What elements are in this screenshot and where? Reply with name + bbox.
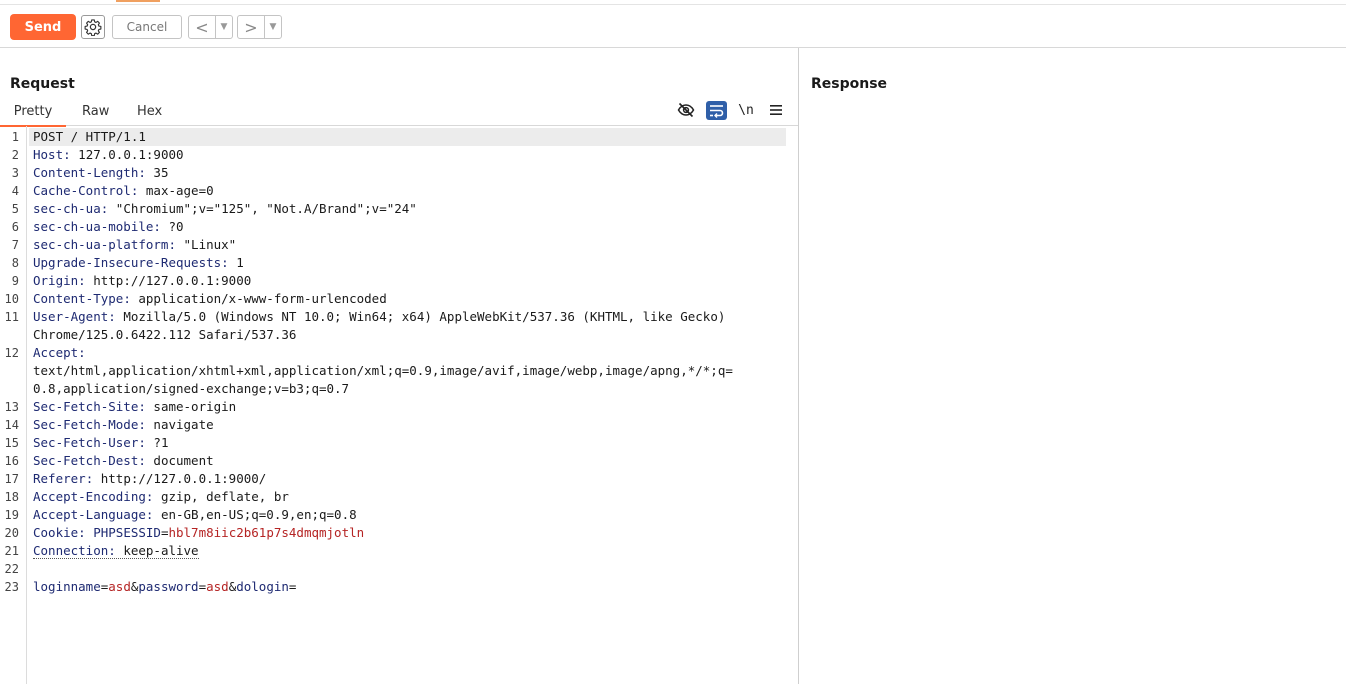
- line-number: 11: [4, 310, 19, 324]
- header-row: Connection: keep-alive: [33, 543, 199, 559]
- line-number: 6: [11, 220, 19, 234]
- tab-raw[interactable]: Raw: [82, 104, 109, 125]
- line-number: 1: [11, 130, 19, 144]
- header-row: Accept-Language: en-GB,en-US;q=0.9,en;q=…: [33, 507, 357, 522]
- line-number: 8: [11, 256, 19, 270]
- line-number: 4: [11, 184, 19, 198]
- gear-icon: [84, 19, 102, 36]
- line-number: 20: [4, 526, 19, 540]
- header-row: Upgrade-Insecure-Requests: 1: [33, 255, 244, 270]
- back-button[interactable]: <: [189, 16, 215, 38]
- line-number: 7: [11, 238, 19, 252]
- header-row: User-Agent: Mozilla/5.0 (Windows NT 10.0…: [33, 309, 726, 324]
- cancel-button[interactable]: Cancel: [112, 15, 182, 39]
- header-row: Accept-Encoding: gzip, deflate, br: [33, 489, 289, 504]
- toolbar: Send Cancel < ▼ > ▼: [0, 4, 1346, 48]
- wrap-lines-icon: [705, 100, 727, 120]
- tab-hex[interactable]: Hex: [137, 104, 162, 125]
- tab-pretty[interactable]: Pretty: [0, 104, 66, 127]
- header-row: Sec-Fetch-User: ?1: [33, 435, 169, 450]
- empty-row: [33, 560, 788, 578]
- line-number: 17: [4, 472, 19, 486]
- header-row: Host: 127.0.0.1:9000: [33, 147, 184, 162]
- line-number: 18: [4, 490, 19, 504]
- header-row: sec-ch-ua: "Chromium";v="125", "Not.A/Br…: [33, 201, 417, 216]
- line-number: 16: [4, 454, 19, 468]
- header-row: Content-Type: application/x-www-form-url…: [33, 291, 387, 306]
- line-number: 19: [4, 508, 19, 522]
- header-row: Referer: http://127.0.0.1:9000/: [33, 471, 267, 486]
- line-number: 13: [4, 400, 19, 414]
- forward-button[interactable]: >: [238, 16, 264, 38]
- header-row: Origin: http://127.0.0.1:9000: [33, 273, 252, 288]
- header-row: Content-Length: 35: [33, 165, 169, 180]
- header-row: Sec-Fetch-Dest: document: [33, 453, 214, 468]
- line-number: 3: [11, 166, 19, 180]
- header-row: Sec-Fetch-Site: same-origin: [33, 399, 237, 414]
- cookie-row: Cookie: PHPSESSID=hbl7m8iic2b61p7s4dmqmj…: [33, 525, 365, 540]
- line-number: 12: [4, 346, 19, 360]
- header-row-continuation: text/html,application/xhtml+xml,applicat…: [33, 363, 733, 378]
- send-button[interactable]: Send: [10, 14, 76, 40]
- word-wrap-toggle[interactable]: [705, 100, 727, 120]
- header-row: sec-ch-ua-platform: "Linux": [33, 237, 237, 252]
- settings-button[interactable]: [81, 15, 105, 39]
- response-title: Response: [811, 76, 888, 92]
- header-row: sec-ch-ua-mobile: ?0: [33, 219, 184, 234]
- header-row: Sec-Fetch-Mode: navigate: [33, 417, 214, 432]
- line-number: 5: [11, 202, 19, 216]
- request-line: POST / HTTP/1.1: [29, 128, 786, 146]
- header-row: Accept:: [33, 345, 86, 360]
- header-row: Cache-Control: max-age=0: [33, 183, 214, 198]
- back-navigation: < ▼: [188, 15, 233, 39]
- line-number: 14: [4, 418, 19, 432]
- eye-slash-icon: [677, 102, 695, 118]
- request-title: Request: [10, 76, 75, 92]
- header-row-continuation: Chrome/125.0.6422.112 Safari/537.36: [33, 327, 297, 342]
- pane-splitter[interactable]: [798, 48, 799, 684]
- line-number: 23: [4, 580, 19, 594]
- back-history-dropdown[interactable]: ▼: [215, 16, 232, 38]
- line-number: 10: [4, 292, 19, 306]
- forward-history-dropdown[interactable]: ▼: [264, 16, 281, 38]
- active-tab-indicator: [116, 0, 160, 2]
- line-number: 9: [11, 274, 19, 288]
- editor-menu-button[interactable]: [765, 100, 787, 120]
- hamburger-menu-icon: [770, 105, 782, 115]
- hide-nonprintable-toggle[interactable]: [675, 100, 697, 120]
- show-newlines-toggle[interactable]: \n: [735, 100, 757, 120]
- header-row-continuation: 0.8,application/signed-exchange;v=b3;q=0…: [33, 381, 350, 396]
- line-number: 15: [4, 436, 19, 450]
- line-number: 2: [11, 148, 19, 162]
- line-number-gutter: 1 2 3 4 5 6 7 8 9 10 11 12 13 14 15 16 1…: [0, 126, 27, 684]
- line-number: 21: [4, 544, 19, 558]
- body-row: loginname=asd&password=asd&dologin=: [33, 579, 297, 594]
- line-number: 22: [4, 562, 19, 576]
- request-editor[interactable]: POST / HTTP/1.1 Host: 127.0.0.1:9000 Con…: [29, 128, 788, 596]
- forward-navigation: > ▼: [237, 15, 282, 39]
